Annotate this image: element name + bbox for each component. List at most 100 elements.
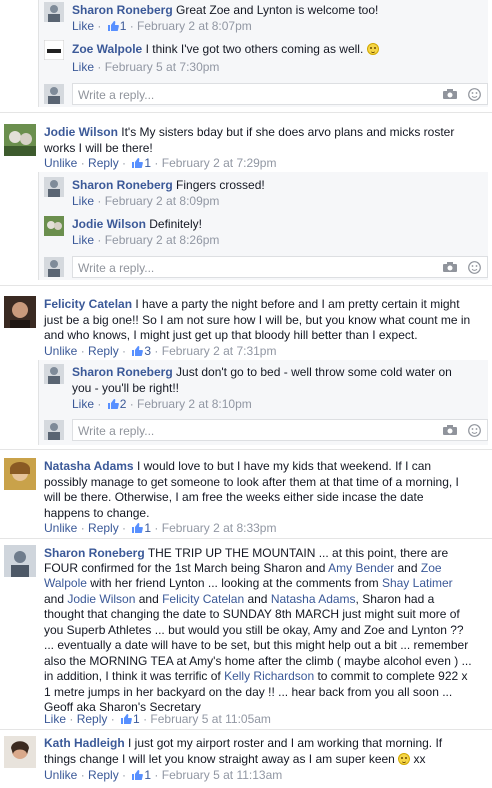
comment-text: works I will be there! — [44, 141, 153, 155]
tagged-person-link[interactable]: Kelly Richardson — [224, 669, 314, 683]
unlike-link[interactable]: Unlike — [44, 768, 77, 782]
comment-text: I would love to but I have my kids that … — [136, 459, 432, 473]
reply-input[interactable]: Write a reply... — [72, 83, 488, 105]
unlike-link[interactable]: Unlike — [44, 156, 77, 170]
camera-icon[interactable] — [443, 262, 457, 272]
avatar — [44, 84, 64, 104]
reply-input[interactable]: Write a reply... — [72, 419, 488, 441]
commenter-name[interactable]: Kath Hadleigh — [44, 736, 125, 750]
commenter-name[interactable]: Sharon Roneberg — [72, 3, 173, 17]
timestamp[interactable]: February 2 at 8:07pm — [137, 19, 252, 33]
comment-text: THE TRIP UP THE MOUNTAIN ... at this poi… — [147, 546, 449, 560]
timestamp[interactable]: February 2 at 8:10pm — [137, 397, 252, 411]
comment-thread: { "labels": { "like": "Like", "unlike": … — [0, 0, 492, 788]
avatar[interactable] — [44, 177, 64, 197]
avatar[interactable] — [4, 124, 36, 156]
like-count[interactable]: 1 — [129, 156, 151, 170]
comment-text: possibly manage to get someone to look a… — [44, 475, 459, 489]
avatar-image — [4, 736, 36, 768]
emoji-icon[interactable] — [468, 424, 481, 437]
comment-text: ... eventually a date will have to be se… — [44, 638, 469, 652]
timestamp[interactable]: February 5 at 11:13am — [162, 768, 283, 782]
thumbs-up-icon — [132, 158, 144, 168]
comment-text: Just don't go to bed - well throw some c… — [176, 365, 452, 379]
timestamp[interactable]: February 5 at 7:30pm — [105, 60, 220, 74]
avatar[interactable] — [4, 545, 36, 577]
timestamp[interactable]: February 2 at 7:31pm — [162, 344, 277, 358]
commenter-name[interactable]: Sharon Roneberg — [44, 546, 145, 560]
commenter-name[interactable]: Sharon Roneberg — [72, 365, 173, 379]
reply-link[interactable]: Reply — [88, 768, 119, 782]
camera-icon[interactable] — [443, 89, 457, 99]
commenter-name[interactable]: Jodie Wilson — [72, 217, 146, 231]
like-count[interactable]: 3 — [129, 344, 151, 358]
comment-text: Definitely! — [149, 217, 202, 231]
like-link[interactable]: Like — [72, 194, 94, 208]
commenter-name[interactable]: Zoe Walpole — [72, 42, 142, 56]
comment-text: Fingers crossed! — [176, 178, 265, 192]
thumbs-up-icon — [132, 346, 144, 356]
tagged-person-link[interactable]: Jodie Wilson — [67, 592, 135, 606]
commenter-name[interactable]: Sharon Roneberg — [72, 178, 173, 192]
like-link[interactable]: Like — [44, 712, 66, 726]
commenter-name[interactable]: Felicity Catelan — [44, 297, 132, 311]
like-link[interactable]: Like — [72, 233, 94, 247]
commenter-name[interactable]: Jodie Wilson — [44, 125, 118, 139]
commenter-name[interactable]: Natasha Adams — [44, 459, 134, 473]
unlike-link[interactable]: Unlike — [44, 344, 77, 358]
comment-text: Great Zoe and Lynton is welcome too! — [176, 3, 379, 17]
like-count[interactable]: 1 — [129, 768, 151, 782]
avatar-image — [44, 177, 64, 197]
reply-link[interactable]: Reply — [77, 712, 108, 726]
avatar[interactable] — [4, 296, 36, 328]
timestamp[interactable]: February 2 at 8:09pm — [105, 194, 220, 208]
comment-text: I think I've got two others coming as we… — [145, 42, 364, 56]
reply-link[interactable]: Reply — [88, 156, 119, 170]
timestamp[interactable]: February 2 at 8:33pm — [162, 521, 277, 535]
reply-link[interactable]: Reply — [88, 521, 119, 535]
tagged-person-link[interactable]: Zoe — [421, 561, 442, 575]
unlike-link[interactable]: Unlike — [44, 521, 77, 535]
emoji-icon[interactable] — [468, 261, 481, 274]
timestamp[interactable]: February 2 at 7:29pm — [162, 156, 277, 170]
like-link[interactable]: Like — [72, 19, 94, 33]
avatar-image — [44, 364, 64, 384]
emoji-icon[interactable] — [468, 88, 481, 101]
thumbs-up-icon — [107, 399, 119, 409]
comment-text: FOUR confirmed for the 1st March being S… — [44, 561, 442, 575]
reply-placeholder: Write a reply... — [78, 261, 155, 275]
like-link[interactable]: Like — [72, 60, 94, 74]
like-link[interactable]: Like — [72, 397, 94, 411]
smiley-emoticon-icon — [366, 43, 379, 55]
comment-text: happens to change. — [44, 506, 150, 520]
like-count[interactable]: 1 — [118, 712, 140, 726]
avatar[interactable] — [44, 216, 64, 236]
tagged-person-link[interactable]: Natasha Adams — [271, 592, 356, 606]
comment-text: will be there. Otherwise, I am free the … — [44, 490, 424, 504]
tagged-person-link[interactable]: Amy Bender — [328, 561, 394, 575]
avatar[interactable] — [43, 39, 65, 61]
reply-link[interactable]: Reply — [88, 344, 119, 358]
reply-input[interactable]: Write a reply... — [72, 256, 488, 278]
avatar[interactable] — [44, 364, 64, 384]
comment-text: 1 metre jumps in her backyard on the day… — [44, 685, 453, 699]
avatar[interactable] — [4, 736, 36, 768]
camera-icon[interactable] — [443, 425, 457, 435]
timestamp[interactable]: February 2 at 8:26pm — [105, 233, 220, 247]
avatar[interactable] — [4, 458, 36, 490]
like-count[interactable]: 2 — [105, 397, 126, 411]
thumbs-up-icon — [107, 21, 119, 31]
reply-placeholder: Write a reply... — [78, 88, 155, 102]
avatar-image — [44, 216, 64, 236]
thumbs-up-icon — [132, 523, 144, 533]
tagged-person-link[interactable]: Walpole — [44, 576, 87, 590]
tagged-person-link[interactable]: Felicity Catelan — [162, 592, 244, 606]
like-count[interactable]: 1 — [129, 521, 151, 535]
avatar-image — [4, 296, 36, 328]
comment-text: you Superb Athletes ... but would you st… — [44, 623, 464, 637]
timestamp[interactable]: February 5 at 11:05am — [150, 712, 271, 726]
like-count[interactable]: 1 — [105, 19, 126, 33]
avatar[interactable] — [44, 2, 64, 22]
tagged-person-link[interactable]: Shay Latimer — [382, 576, 453, 590]
avatar — [44, 420, 64, 440]
